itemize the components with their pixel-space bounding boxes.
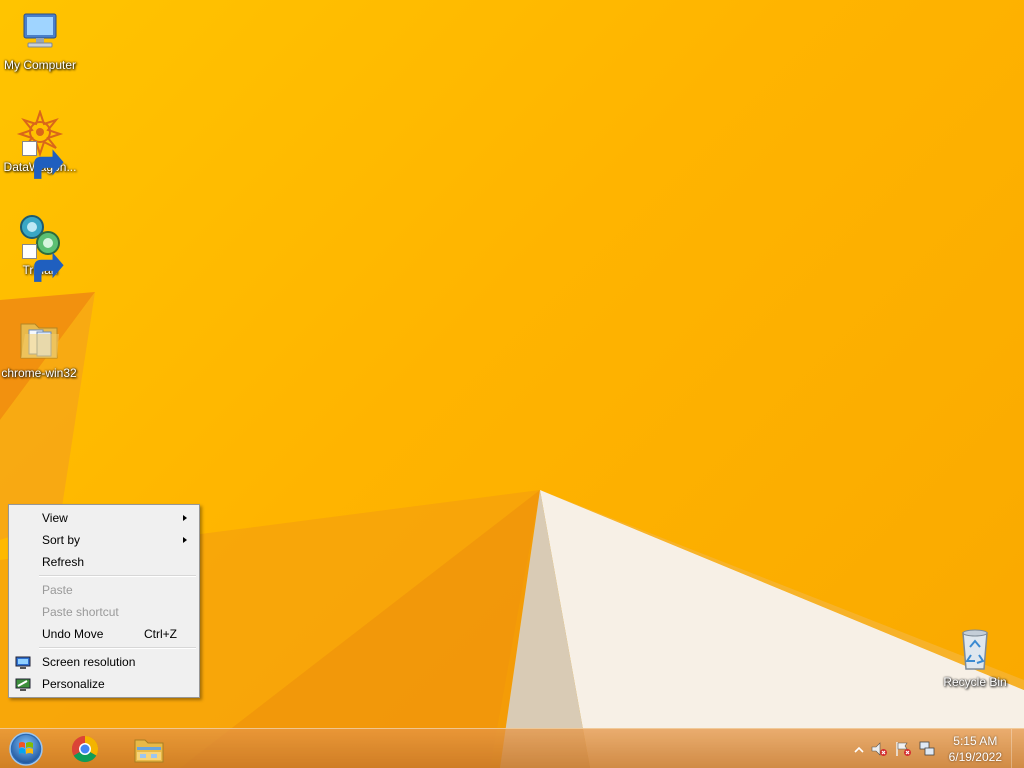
desktop-icon-trillian[interactable]: Trillian <box>0 213 80 282</box>
desktop-icon-label: My Computer <box>3 58 77 72</box>
submenu-arrow-icon <box>183 537 187 543</box>
network-icon[interactable] <box>918 740 936 758</box>
desktop-icon-chrome-win32-folder[interactable]: chrome-win32 <box>0 316 78 380</box>
menu-item-label: View <box>42 511 68 525</box>
recycle-bin-icon <box>951 625 999 673</box>
personalize-icon <box>15 677 31 691</box>
menu-item-undo-move[interactable]: Undo Move Ctrl+Z <box>9 623 199 645</box>
file-explorer-icon <box>134 739 164 763</box>
desktop-icon-label: Recycle Bin <box>943 675 1007 689</box>
menu-item-label: Personalize <box>42 677 105 691</box>
menu-item-screen-resolution[interactable]: Screen resolution <box>9 651 199 673</box>
menu-separator <box>39 647 196 649</box>
menu-item-label: Undo Move <box>42 627 104 641</box>
menu-item-refresh[interactable]: Refresh <box>9 551 199 573</box>
show-desktop-button[interactable] <box>1011 729 1024 768</box>
menu-item-shortcut: Ctrl+Z <box>144 627 177 641</box>
menu-item-paste[interactable]: Paste <box>9 579 199 601</box>
action-center-flag-icon[interactable] <box>894 740 912 758</box>
shortcut-arrow-icon <box>22 141 64 179</box>
desktop-context-menu: View Sort by Refresh Paste Paste shortcu… <box>8 504 200 698</box>
shortcut-arrow-icon <box>22 244 64 282</box>
monitor-icon <box>15 655 31 669</box>
start-button[interactable] <box>6 730 46 768</box>
menu-item-paste-shortcut[interactable]: Paste shortcut <box>9 601 199 623</box>
taskbar: 5:15 AM 6/19/2022 <box>0 728 1024 768</box>
clock-time: 5:15 AM <box>953 734 998 748</box>
menu-item-label: Sort by <box>42 533 81 547</box>
volume-muted-icon[interactable] <box>870 740 888 758</box>
trillian-icon <box>16 213 64 282</box>
submenu-arrow-icon <box>183 515 187 521</box>
desktop-icon-my-computer[interactable]: My Computer <box>0 8 80 72</box>
taskbar-app-file-explorer[interactable] <box>132 732 166 766</box>
windows-logo-icon <box>9 732 43 766</box>
taskbar-clock[interactable]: 5:15 AM 6/19/2022 <box>949 733 1002 765</box>
menu-separator <box>39 575 196 577</box>
chrome-icon <box>71 735 99 763</box>
desktop-icon-datawagon[interactable]: DataWagon... <box>0 108 80 179</box>
menu-item-label: Screen resolution <box>42 655 136 669</box>
desktop-icon-label: chrome-win32 <box>1 366 77 380</box>
folder-icon <box>15 316 63 364</box>
menu-item-label: Refresh <box>42 555 85 569</box>
datawagon-icon <box>16 108 64 179</box>
menu-item-sort-by[interactable]: Sort by <box>9 529 199 551</box>
clock-date: 6/19/2022 <box>948 750 1002 764</box>
desktop[interactable]: My Computer DataWagon... <box>0 0 1024 768</box>
menu-item-personalize[interactable]: Personalize <box>9 673 199 695</box>
menu-item-label: Paste <box>42 583 73 597</box>
menu-item-label: Paste shortcut <box>42 605 119 619</box>
system-tray: 5:15 AM 6/19/2022 <box>844 729 1024 768</box>
show-hidden-icons-chevron-icon[interactable] <box>850 741 868 759</box>
menu-item-view[interactable]: View <box>9 507 199 529</box>
taskbar-app-chrome[interactable] <box>68 732 102 766</box>
computer-icon <box>16 8 64 56</box>
desktop-icon-recycle-bin[interactable]: Recycle Bin <box>935 625 1015 689</box>
